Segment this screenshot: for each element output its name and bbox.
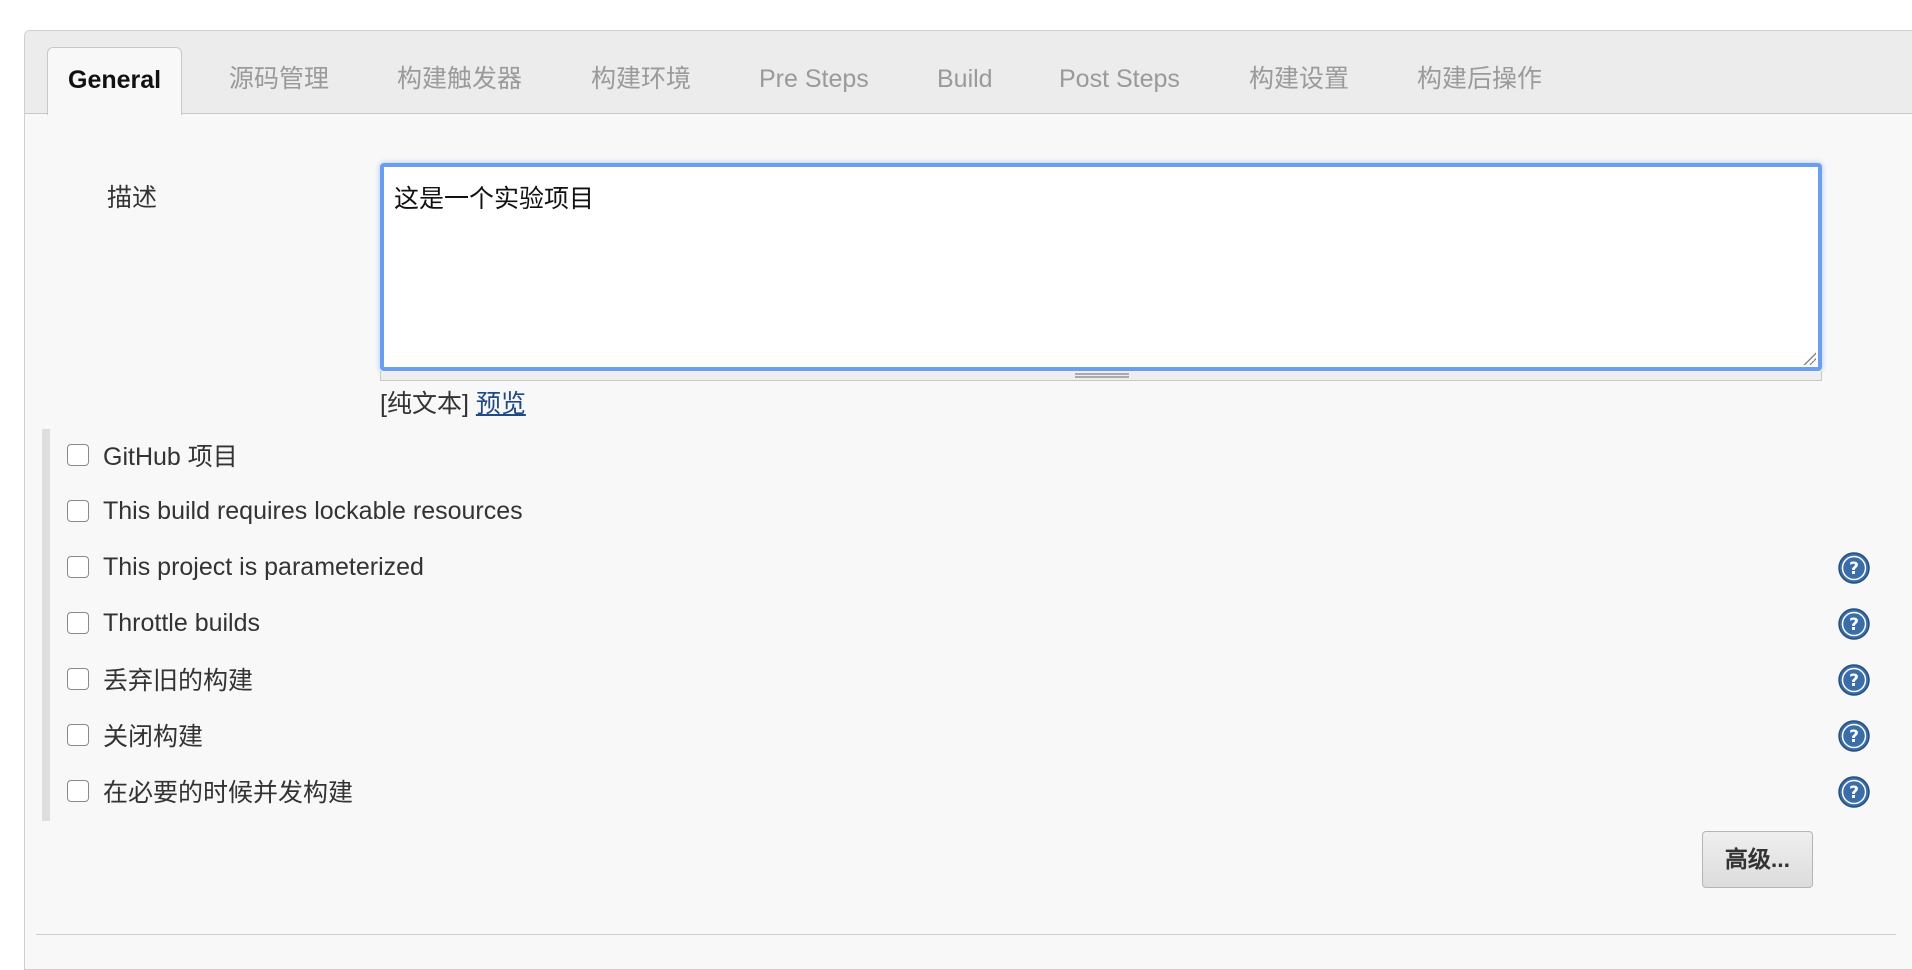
resize-corner-icon[interactable] <box>1802 351 1816 365</box>
checkbox-github-project[interactable] <box>67 444 89 466</box>
tab-pre-steps[interactable]: Pre Steps <box>759 47 869 114</box>
help-icon[interactable]: ? <box>1838 776 1870 808</box>
svg-text:?: ? <box>1849 559 1859 579</box>
tab-build-settings[interactable]: 构建设置 <box>1249 47 1349 114</box>
checkbox-throttle-builds[interactable] <box>67 612 89 634</box>
section-divider <box>36 934 1896 935</box>
format-plain-text: [纯文本] <box>380 390 469 418</box>
tab-build-triggers[interactable]: 构建触发器 <box>397 47 522 114</box>
help-icon[interactable]: ? <box>1838 552 1870 584</box>
option-parameterized[interactable]: This project is parameterized <box>67 552 424 582</box>
svg-text:?: ? <box>1849 671 1859 691</box>
checkbox-discard-old-builds[interactable] <box>67 668 89 690</box>
checkbox-lockable-resources[interactable] <box>67 500 89 522</box>
tab-general[interactable]: General <box>47 47 183 115</box>
option-lockable-resources[interactable]: This build requires lockable resources <box>67 496 523 526</box>
svg-text:?: ? <box>1849 783 1859 803</box>
option-label: GitHub 项目 <box>103 443 238 471</box>
checkbox-parameterized[interactable] <box>67 556 89 578</box>
tab-bar: General 源码管理 构建触发器 构建环境 Pre Steps Build … <box>25 31 1912 115</box>
svg-text:?: ? <box>1849 615 1859 635</box>
option-label: This project is parameterized <box>103 552 424 581</box>
option-label: 在必要的时候并发构建 <box>103 779 354 807</box>
checkbox-concurrent-builds[interactable] <box>67 780 89 802</box>
option-disable-build[interactable]: 关闭构建 <box>67 720 204 751</box>
tab-source-code[interactable]: 源码管理 <box>229 47 329 114</box>
description-label: 描述 <box>107 184 158 212</box>
description-textarea[interactable] <box>384 167 1818 367</box>
preview-link[interactable]: 预览 <box>476 390 526 418</box>
option-github-project[interactable]: GitHub 项目 <box>67 440 238 471</box>
svg-text:?: ? <box>1849 727 1859 747</box>
tab-build[interactable]: Build <box>937 47 993 114</box>
option-label: Throttle builds <box>103 608 261 637</box>
option-label: 丢弃旧的构建 <box>103 667 254 695</box>
advanced-button[interactable]: 高级... <box>1702 831 1813 888</box>
option-concurrent-builds[interactable]: 在必要的时候并发构建 <box>67 776 354 807</box>
tab-post-build-actions[interactable]: 构建后操作 <box>1417 47 1542 114</box>
option-label: 关闭构建 <box>103 723 204 751</box>
tab-build-environment[interactable]: 构建环境 <box>591 47 691 114</box>
grip-handle-icon[interactable] <box>1075 373 1129 378</box>
description-textarea-container <box>380 163 1822 371</box>
option-label: This build requires lockable resources <box>103 496 523 525</box>
option-discard-old-builds[interactable]: 丢弃旧的构建 <box>67 664 254 695</box>
checkbox-disable-build[interactable] <box>67 724 89 746</box>
format-line: [纯文本] 预览 <box>380 384 526 420</box>
options-indent-bar <box>42 429 50 821</box>
help-icon[interactable]: ? <box>1838 664 1870 696</box>
option-throttle-builds[interactable]: Throttle builds <box>67 608 260 638</box>
textarea-resize-bar[interactable] <box>380 371 1822 381</box>
help-icon[interactable]: ? <box>1838 608 1870 640</box>
help-icon[interactable]: ? <box>1838 720 1870 752</box>
tab-post-steps[interactable]: Post Steps <box>1059 47 1180 114</box>
